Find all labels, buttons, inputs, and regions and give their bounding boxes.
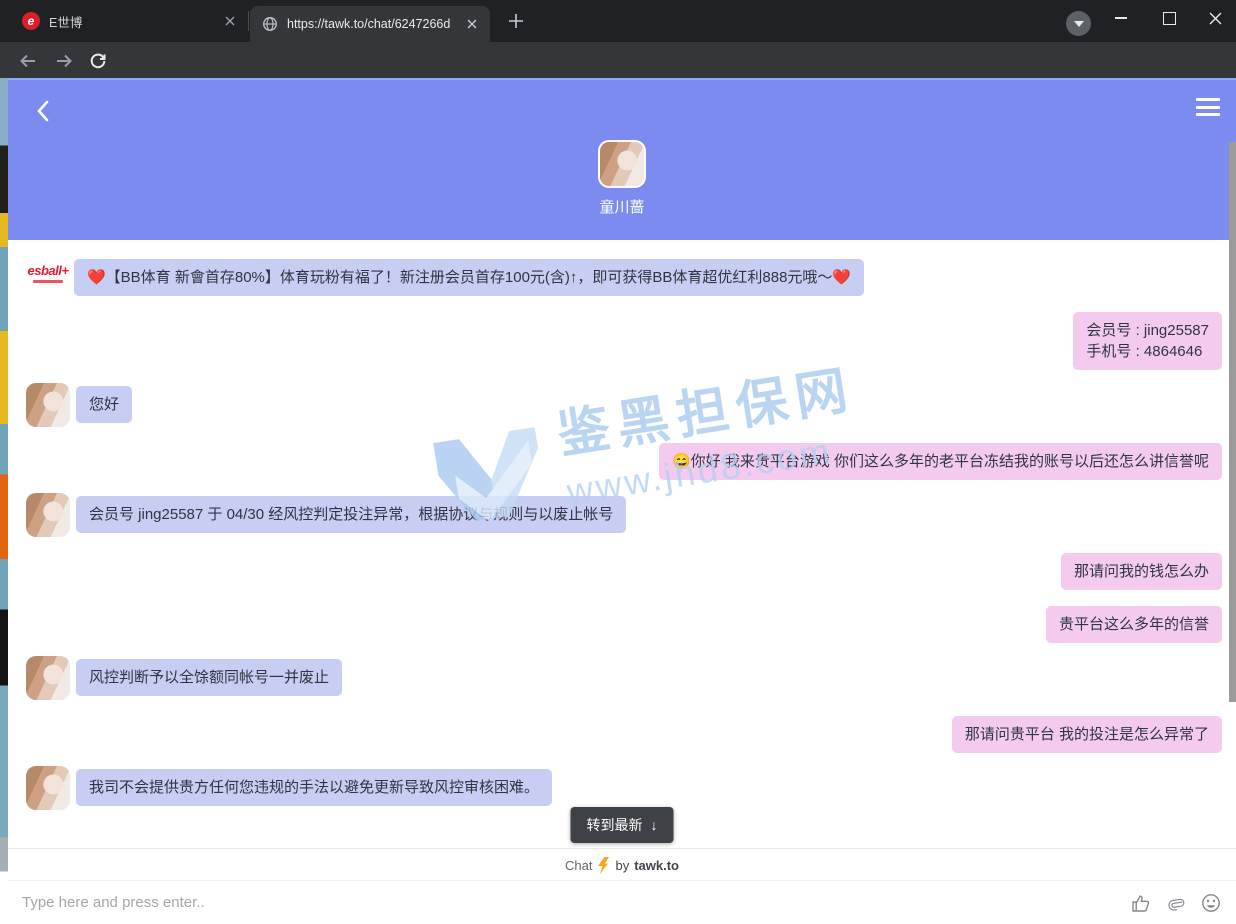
branding-tawkto-label: tawk.to [634,858,679,873]
message-row: 会员号 : jing25587 手机号 : 4864646 [8,312,1236,370]
message-row: 会员号 jing25587 于 04/30 经风控判定投注异常，根据协议与规则与… [8,496,1236,537]
tab-tawkto[interactable]: https://tawk.to/chat/6247266d [250,6,490,42]
browser-profile-button[interactable] [1066,11,1091,36]
esball-logo-subline [33,280,63,283]
esball-logo-label: esball+ [26,263,70,278]
window-maximize-button[interactable] [1146,0,1192,36]
chat-back-button[interactable] [30,98,56,124]
chat-bubble: 您好 [76,386,132,423]
esball-favicon-icon: e [22,12,40,30]
arrow-right-icon [55,53,73,69]
message-row: 那请问我的钱怎么办 [8,553,1236,590]
branding-by-label: by [615,858,629,873]
window-minimize-button[interactable] [1098,0,1144,36]
tab-title: https://tawk.to/chat/6247266d [287,17,453,31]
esball-logo: esball+ [26,263,70,283]
message-composer [8,880,1236,924]
arrow-left-icon [19,53,37,69]
maximize-icon [1163,12,1176,25]
chat-bubble: 贵平台这么多年的信誉 [1046,606,1222,643]
chat-bubble: 我司不会提供贵方任何您违规的手法以避免更新导致风控审核困难。 [76,769,552,806]
arrow-down-icon: ↓ [651,817,658,833]
message-row: 风控判断予以全馀额同帐号一并废止 [8,659,1236,700]
chat-bubble: ❤️【BB体育 新會首存80%】体育玩粉有福了！新注册会员首存100元(含)↑，… [74,259,864,296]
chat-menu-button[interactable] [1196,98,1220,116]
page-scrollbar[interactable] [1229,142,1236,702]
chat-bubble: 会员号 jing25587 于 04/30 经风控判定投注异常，根据协议与规则与… [76,496,626,533]
reload-icon [89,52,107,70]
tab-close-icon[interactable] [463,16,480,33]
browser-tab-bar: e E世博 https://tawk.to/chat/6247266d [0,0,1236,42]
branding-chat-label: Chat [565,858,592,873]
minimize-icon [1115,17,1127,19]
message-row: esball+ ❤️【BB体育 新會首存80%】体育玩粉有福了！新注册会员首存10… [8,259,1236,296]
paperclip-icon [1167,893,1185,913]
message-row: 贵平台这么多年的信誉 [8,606,1236,643]
tawkto-branding[interactable]: Chat by tawk.to [8,848,1236,874]
lightning-bolt-icon [597,857,610,874]
thumbs-up-icon [1131,893,1151,913]
close-icon [1209,12,1222,25]
agent-avatar [26,493,70,537]
chat-bubble: 😄你好 我来贵平台游戏 你们这么多年的老平台冻结我的账号以后还怎么讲信誉呢 [659,443,1222,480]
emoji-picker-button[interactable] [1200,892,1222,914]
globe-favicon-icon [262,16,278,32]
new-tab-button[interactable] [504,9,528,33]
chevron-down-icon [1074,21,1084,27]
chat-bubble: 会员号 : jing25587 手机号 : 4864646 [1073,312,1222,370]
reload-button[interactable] [84,47,112,75]
agent-name: 童川蔷 [8,196,1236,217]
message-row: 那请问贵平台 我的投注是怎么异常了 [8,716,1236,753]
rate-chat-button[interactable] [1130,892,1152,914]
tab-esball[interactable]: e E世博 [8,0,248,42]
chat-bubble: 那请问我的钱怎么办 [1061,553,1222,590]
tawkto-chat-widget: 童川蔷 esball+ ❤️【BB体育 新會首存80%】体育玩粉有福了！新注册会员… [8,78,1236,922]
scroll-to-latest-button[interactable]: 转到最新 ↓ [571,807,674,843]
chat-header: 童川蔷 [8,80,1236,240]
agent-avatar [598,140,646,188]
agent-avatar [26,766,70,810]
hamburger-icon [1196,98,1220,101]
message-row: 您好 [8,386,1236,427]
forward-button[interactable] [50,47,78,75]
message-row: 我司不会提供贵方任何您违规的手法以避免更新导致风控审核困难。 [8,769,1236,810]
tab-close-icon[interactable] [221,13,238,30]
agent-avatar [26,383,70,427]
background-page-edge [0,78,8,922]
message-input[interactable] [20,893,1130,912]
agent-avatar [26,656,70,700]
chat-bubble: 风控判断予以全馀额同帐号一并废止 [76,659,342,696]
window-close-button[interactable] [1192,0,1236,36]
tab-title: E世博 [49,12,211,31]
tab-separator [248,11,249,31]
back-button[interactable] [14,47,42,75]
browser-toolbar: tawk.to/chat/6247266d0bfe3f4a87710d81/1f… [0,42,1236,78]
scroll-to-latest-label: 转到最新 [587,815,643,835]
smiley-icon [1201,893,1221,913]
chat-bubble: 那请问贵平台 我的投注是怎么异常了 [952,716,1222,753]
composer-actions [1130,892,1222,914]
message-row: 😄你好 我来贵平台游戏 你们这么多年的老平台冻结我的账号以后还怎么讲信誉呢 [8,443,1236,480]
chevron-left-icon [36,100,50,122]
chat-message-list[interactable]: esball+ ❤️【BB体育 新會首存80%】体育玩粉有福了！新注册会员首存10… [8,240,1236,810]
attach-file-button[interactable] [1165,892,1187,914]
